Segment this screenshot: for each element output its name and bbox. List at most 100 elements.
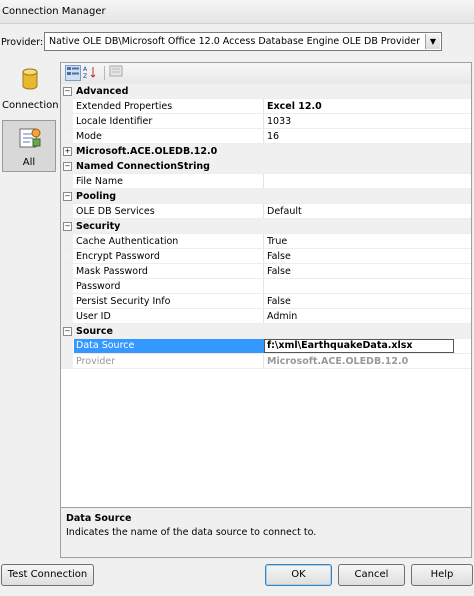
category-pooling[interactable]: − Pooling xyxy=(61,189,471,204)
property-name: User ID xyxy=(76,311,111,322)
window-title: Connection Manager xyxy=(2,6,106,17)
property-row[interactable]: File Name xyxy=(61,174,471,189)
property-name: Encrypt Password xyxy=(76,251,160,262)
collapse-icon[interactable]: − xyxy=(63,327,72,336)
cancel-button[interactable]: Cancel xyxy=(338,564,405,586)
collapse-icon[interactable]: − xyxy=(63,222,72,231)
alphabetical-icon[interactable]: AZ xyxy=(82,65,98,81)
column-divider xyxy=(263,114,264,128)
row-margin xyxy=(61,99,73,113)
row-margin xyxy=(61,309,73,323)
row-margin xyxy=(61,204,73,218)
category-name: Advanced xyxy=(76,86,129,97)
category-named-connectionstring[interactable]: − Named ConnectionString xyxy=(61,159,471,174)
property-name: Data Source xyxy=(74,339,265,353)
property-value[interactable]: 1033 xyxy=(267,116,467,127)
property-row[interactable]: User ID Admin xyxy=(61,309,471,324)
collapse-icon[interactable]: − xyxy=(63,192,72,201)
collapse-icon[interactable]: − xyxy=(63,162,72,171)
property-value[interactable]: False xyxy=(267,266,467,277)
left-nav: Connection All xyxy=(0,62,59,502)
data-source-input[interactable]: f:\xml\EarthquakeData.xlsx xyxy=(264,339,454,353)
row-margin xyxy=(61,174,73,188)
property-row-selected[interactable]: Data Source f:\xml\EarthquakeData.xlsx xyxy=(61,339,471,354)
column-divider xyxy=(263,309,264,323)
property-value[interactable]: Admin xyxy=(267,311,467,322)
svg-text:Z: Z xyxy=(83,73,87,79)
help-button[interactable]: Help xyxy=(411,564,473,586)
property-value[interactable]: 16 xyxy=(267,131,467,142)
property-value[interactable]: Excel 12.0 xyxy=(267,101,467,112)
property-value[interactable]: Default xyxy=(267,206,467,217)
property-row[interactable]: Cache Authentication True xyxy=(61,234,471,249)
property-row[interactable]: OLE DB Services Default xyxy=(61,204,471,219)
category-ace-oledb[interactable]: + Microsoft.ACE.OLEDB.12.0 xyxy=(61,144,471,159)
property-name: OLE DB Services xyxy=(76,206,155,217)
property-value[interactable]: False xyxy=(267,251,467,262)
row-margin xyxy=(61,234,73,248)
properties-icon xyxy=(18,127,42,152)
collapse-icon[interactable]: − xyxy=(63,87,72,96)
row-margin xyxy=(61,354,73,368)
property-name: Persist Security Info xyxy=(76,296,171,307)
column-divider xyxy=(263,354,264,368)
nav-item-connection[interactable]: Connection xyxy=(2,62,59,114)
property-name: Password xyxy=(76,281,121,292)
property-grid: − Advanced Extended Properties Excel 12.… xyxy=(61,84,471,369)
column-divider xyxy=(263,204,264,218)
category-security[interactable]: − Security xyxy=(61,219,471,234)
column-divider xyxy=(263,234,264,248)
property-row[interactable]: Provider Microsoft.ACE.OLEDB.12.0 xyxy=(61,354,471,369)
column-divider xyxy=(263,294,264,308)
category-source[interactable]: − Source xyxy=(61,324,471,339)
row-margin xyxy=(61,339,73,353)
database-icon xyxy=(21,68,39,95)
column-divider xyxy=(263,249,264,263)
property-description: Data Source Indicates the name of the da… xyxy=(60,508,472,558)
provider-label: Provider: xyxy=(1,37,44,48)
provider-value: Native OLE DB\Microsoft Office 12.0 Acce… xyxy=(49,36,421,47)
dialog-footer: Test Connection OK Cancel Help xyxy=(0,559,474,596)
category-name: Named ConnectionString xyxy=(76,161,210,172)
category-name: Pooling xyxy=(76,191,117,202)
property-name: Cache Authentication xyxy=(76,236,179,247)
property-value[interactable]: False xyxy=(267,296,467,307)
property-row[interactable]: Extended Properties Excel 12.0 xyxy=(61,99,471,114)
property-row[interactable]: Encrypt Password False xyxy=(61,249,471,264)
ok-button[interactable]: OK xyxy=(265,564,332,586)
property-row[interactable]: Mask Password False xyxy=(61,264,471,279)
property-name: File Name xyxy=(76,176,123,187)
svg-text:A: A xyxy=(83,66,88,73)
description-text: Indicates the name of the data source to… xyxy=(66,527,317,538)
category-name: Source xyxy=(76,326,113,337)
nav-label-connection: Connection xyxy=(2,100,59,111)
category-name: Microsoft.ACE.OLEDB.12.0 xyxy=(76,146,218,157)
row-margin xyxy=(61,249,73,263)
property-row[interactable]: Locale Identifier 1033 xyxy=(61,114,471,129)
provider-dropdown[interactable]: Native OLE DB\Microsoft Office 12.0 Acce… xyxy=(44,32,442,51)
expand-icon[interactable]: + xyxy=(63,147,72,156)
property-name: Mask Password xyxy=(76,266,148,277)
property-row[interactable]: Persist Security Info False xyxy=(61,294,471,309)
chevron-down-icon[interactable]: ▼ xyxy=(425,34,440,49)
nav-label-all: All xyxy=(22,157,36,168)
property-row[interactable]: Password xyxy=(61,279,471,294)
toolbar-separator xyxy=(104,66,105,80)
row-margin xyxy=(61,114,73,128)
property-value[interactable]: True xyxy=(267,236,467,247)
column-divider xyxy=(263,99,264,113)
property-row[interactable]: Mode 16 xyxy=(61,129,471,144)
property-name: Provider xyxy=(76,356,116,367)
category-advanced[interactable]: − Advanced xyxy=(61,84,471,99)
property-name: Extended Properties xyxy=(76,101,173,112)
test-connection-button[interactable]: Test Connection xyxy=(1,564,94,586)
title-bar: Connection Manager xyxy=(0,0,474,24)
property-name: Locale Identifier xyxy=(76,116,153,127)
property-name: Mode xyxy=(76,131,102,142)
nav-item-all[interactable]: All xyxy=(2,120,56,172)
property-grid-panel: AZ − Advanced Extended Properties Excel … xyxy=(60,62,472,508)
property-pages-icon[interactable] xyxy=(108,65,124,81)
column-divider xyxy=(263,264,264,278)
categorized-icon[interactable] xyxy=(65,65,81,81)
property-value: Microsoft.ACE.OLEDB.12.0 xyxy=(267,356,409,367)
